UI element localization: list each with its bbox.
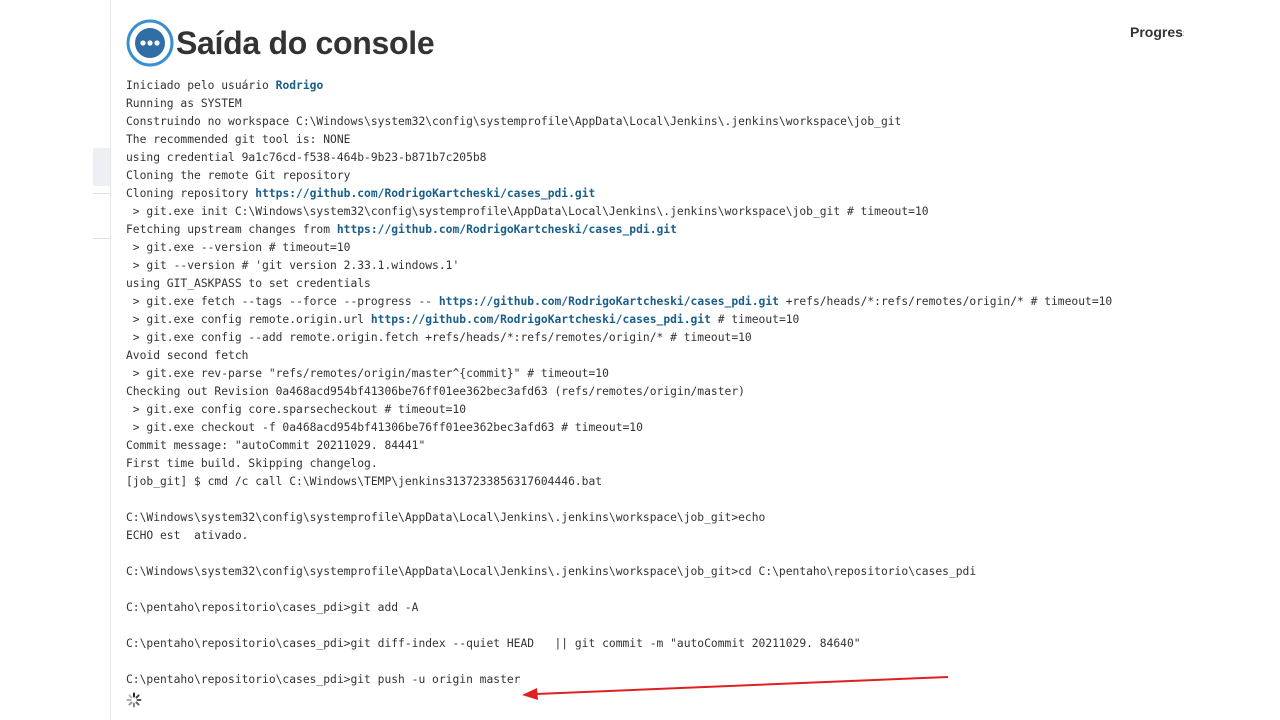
console-line: > git.exe checkout -f 0a468acd954bf41306… xyxy=(126,421,643,434)
console-line: C:\pentaho\repositorio\cases_pdi>git pus… xyxy=(126,673,521,686)
console-line: Construindo no workspace C:\Windows\syst… xyxy=(126,115,902,128)
progress-link[interactable]: Progress xyxy=(1130,24,1184,40)
console-line: Running as SYSTEM xyxy=(126,97,242,110)
repo-link[interactable]: https://github.com/RodrigoKartcheski/cas… xyxy=(371,313,711,326)
repo-link[interactable]: https://github.com/RodrigoKartcheski/cas… xyxy=(337,223,677,236)
left-sidebar xyxy=(0,0,111,720)
console-line: > git.exe config core.sparsecheckout # t… xyxy=(126,403,467,416)
repo-link[interactable]: https://github.com/RodrigoKartcheski/cas… xyxy=(439,295,779,308)
console-line: Commit message: "autoCommit 20211029. 84… xyxy=(126,439,426,452)
repo-link[interactable]: https://github.com/RodrigoKartcheski/cas… xyxy=(255,187,595,200)
sidebar-divider xyxy=(93,238,110,239)
console-line: Cloning the remote Git repository xyxy=(126,169,351,182)
user-link[interactable]: Rodrigo xyxy=(276,79,324,92)
sidebar-item-fragment[interactable] xyxy=(93,148,110,186)
console-line: > git.exe init C:\Windows\system32\confi… xyxy=(126,205,929,218)
console-line: > git.exe fetch --tags --force --progres… xyxy=(126,295,1113,308)
console-line: > git --version # 'git version 2.33.1.wi… xyxy=(126,259,460,272)
console-line: > git.exe --version # timeout=10 xyxy=(126,241,351,254)
console-line: using GIT_ASKPASS to set credentials xyxy=(126,277,371,290)
console-output-icon xyxy=(126,19,174,67)
console-line: Avoid second fetch xyxy=(126,349,249,362)
page-header: Saída do console xyxy=(126,18,435,68)
console-line: > git.exe rev-parse "refs/remotes/origin… xyxy=(126,367,609,380)
console-line: C:\Windows\system32\config\systemprofile… xyxy=(126,511,766,524)
sidebar-divider xyxy=(93,193,110,194)
console-line: C:\pentaho\repositorio\cases_pdi>git dif… xyxy=(126,637,861,650)
console-line: using credential 9a1c76cd-f538-464b-9b23… xyxy=(126,151,487,164)
console-line: ECHO est ativado. xyxy=(126,529,249,542)
console-line: Iniciado pelo usuário Rodrigo xyxy=(126,79,324,92)
console-line: > git.exe config remote.origin.url https… xyxy=(126,313,800,326)
console-line: [job_git] $ cmd /c call C:\Windows\TEMP\… xyxy=(126,475,603,488)
console-line: First time build. Skipping changelog. xyxy=(126,457,378,470)
page-title: Saída do console xyxy=(176,24,435,61)
console-line: Fetching upstream changes from https://g… xyxy=(126,223,677,236)
loading-spinner-icon xyxy=(126,692,142,708)
console-output: Iniciado pelo usuário Rodrigo Running as … xyxy=(126,77,1112,689)
console-line: Cloning repository https://github.com/Ro… xyxy=(126,187,596,200)
console-line: > git.exe config --add remote.origin.fet… xyxy=(126,331,752,344)
console-line: C:\Windows\system32\config\systemprofile… xyxy=(126,565,977,578)
console-line: The recommended git tool is: NONE xyxy=(126,133,351,146)
console-line: Checking out Revision 0a468acd954bf41306… xyxy=(126,385,745,398)
console-line: C:\pentaho\repositorio\cases_pdi>git add… xyxy=(126,601,419,614)
